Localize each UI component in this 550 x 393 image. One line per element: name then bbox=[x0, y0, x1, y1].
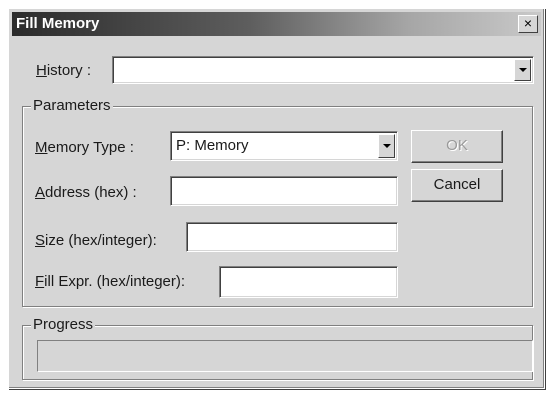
close-icon: × bbox=[523, 15, 533, 31]
chevron-down-icon bbox=[382, 144, 391, 148]
memory-type-value: P: Memory bbox=[176, 137, 249, 154]
size-input[interactable] bbox=[186, 222, 398, 252]
window-title: Fill Memory bbox=[16, 15, 100, 32]
memory-type-dropdown-button[interactable] bbox=[378, 134, 395, 158]
memory-type-label: Memory Type : bbox=[35, 139, 134, 156]
history-label: History : bbox=[36, 62, 92, 79]
memory-type-select[interactable]: P: Memory bbox=[170, 131, 398, 161]
address-input[interactable] bbox=[170, 176, 398, 206]
size-label: Size (hex/integer): bbox=[35, 232, 157, 249]
progress-group-label: Progress bbox=[31, 316, 96, 333]
fill-expr-input[interactable] bbox=[219, 266, 398, 298]
fill-memory-dialog: Fill Memory × History : Parameters Memor… bbox=[8, 8, 545, 389]
chevron-down-icon bbox=[518, 68, 527, 72]
parameters-group-label: Parameters bbox=[31, 97, 113, 114]
history-dropdown-button[interactable] bbox=[514, 59, 531, 81]
history-combobox[interactable] bbox=[112, 56, 534, 84]
close-button[interactable]: × bbox=[518, 15, 538, 33]
title-bar[interactable]: Fill Memory × bbox=[12, 12, 541, 36]
cancel-button[interactable]: Cancel bbox=[411, 169, 503, 202]
address-label: Address (hex) : bbox=[35, 184, 137, 201]
ok-button[interactable]: OK bbox=[411, 130, 503, 163]
progress-bar bbox=[37, 340, 533, 372]
fill-expr-label: Fill Expr. (hex/integer): bbox=[35, 273, 186, 290]
